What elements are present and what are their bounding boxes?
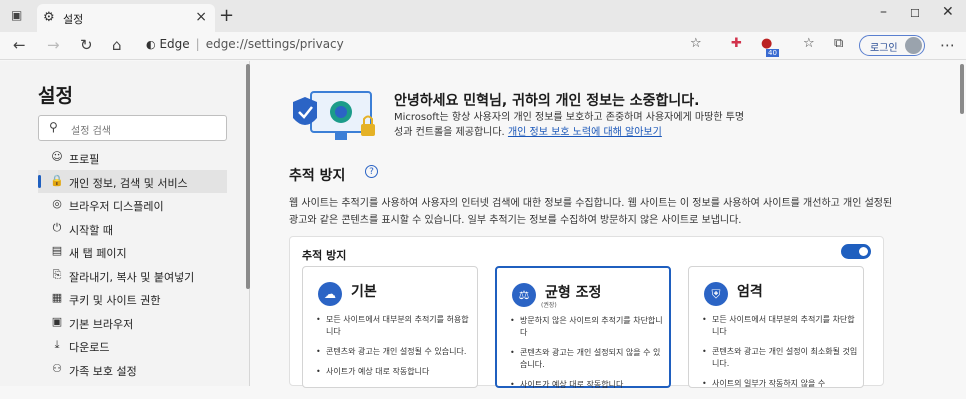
tracking-level-bullet: 모든 사이트에서 대부분의 추적기를 허용합니다 [314, 314, 472, 338]
cookie-icon: ▦ [51, 291, 63, 304]
hero-title: 안녕하세요 민혁님, 귀하의 개인 정보는 소중합니다. [394, 93, 700, 109]
forward-button[interactable]: → [47, 36, 60, 54]
title-bar: ▣ ⚙ 설정 × + – ☐ ✕ [0, 0, 966, 32]
extension-badge: 40 [766, 49, 779, 57]
sidebar-item-label: 기본 브라우저 [69, 317, 134, 331]
tracking-level-card-1[interactable]: ⚖ 균형 조정(권장) 방문하지 않은 사이트의 추적기를 차단합니다콘텐츠와 광고… [495, 266, 671, 391]
sidebar-item-7[interactable]: ▣ 기본 브라우저 [38, 311, 227, 334]
refresh-button[interactable]: ↻ [80, 36, 93, 54]
address-brand: Edge [159, 37, 190, 51]
minimize-button[interactable]: – [880, 4, 887, 20]
tracking-level-name: 기본 [351, 284, 377, 300]
more-menu-icon[interactable]: ⋯ [940, 36, 955, 54]
tracking-level-bullet: 모든 사이트에서 대부분의 추적기를 차단합니다 [700, 314, 858, 338]
tracking-level-bullet: 사이트의 일부가 작동하지 않을 수 [700, 378, 858, 390]
sidebar-item-label: 다운로드 [69, 341, 110, 354]
sidebar-item-label: 개인 정보, 검색 및 서비스 [69, 176, 188, 190]
extension-icon[interactable]: ✚ [731, 36, 742, 51]
tracking-level-card-0[interactable]: ☁ 기본모든 사이트에서 대부분의 추적기를 허용합니다콘텐츠와 광고는 개인 설… [302, 266, 478, 388]
tab-title: 설정 [63, 13, 84, 26]
tracking-toggle[interactable] [841, 244, 871, 259]
browser-icon: ▣ [51, 314, 63, 328]
hero-desc-line1: Microsoft는 항상 사용자의 개인 정보를 보호하고 존중하며 사용자에… [394, 112, 745, 123]
edge-logo-icon: ◐ [146, 38, 156, 51]
tab-settings[interactable]: ⚙ 설정 × [37, 4, 215, 32]
search-placeholder: 설정 검색 [71, 126, 111, 137]
sidebar-item-label: 쿠키 및 사이트 권한 [69, 294, 161, 307]
favorites-icon[interactable]: ☆ [803, 36, 815, 51]
sidebar-item-label: 가족 보호 설정 [69, 364, 137, 378]
appearance-icon: ◎ [52, 197, 62, 210]
newtab-icon: ▤ [51, 244, 63, 257]
privacy-learn-more-link[interactable]: 개인 정보 보호 노력에 대해 알아보기 [508, 127, 662, 138]
tracking-level-bullet: 콘텐츠와 광고는 개인 설정이 최소화될 것입니다. [700, 346, 858, 370]
sidebar-item-label: 프로필 [69, 153, 100, 166]
close-tab-icon[interactable]: × [195, 9, 207, 25]
clipboard-icon: ⎘ [52, 267, 62, 281]
balanced-icon: ⚖ [512, 283, 536, 307]
sidebar-item-label: 잘라내기, 복사 및 붙여넣기 [69, 270, 195, 284]
tracking-level-bullets: 모든 사이트에서 대부분의 추적기를 허용합니다콘텐츠와 광고는 개인 설정될 … [314, 314, 472, 386]
new-tab-button[interactable]: + [219, 5, 234, 26]
sidebar-item-label: 새 탭 페이지 [69, 247, 127, 260]
power-icon: ⏻ [52, 220, 62, 234]
tracking-level-recommended: (권장) [541, 302, 557, 309]
sidebar-item-4[interactable]: ▤ 새 탭 페이지 [38, 240, 227, 263]
avatar [905, 37, 922, 54]
sidebar-item-label: 브라우저 디스플레이 [69, 200, 164, 213]
search-icon: ⚲ [49, 120, 58, 134]
tracking-level-card-2[interactable]: ⛨ 엄격모든 사이트에서 대부분의 추적기를 차단합니다콘텐츠와 광고는 개인 설… [688, 266, 864, 390]
tracking-card-title: 추적 방지 [302, 249, 347, 262]
sidebar-item-3[interactable]: ⏻ 시작할 때 [38, 217, 227, 240]
sidebar-scrollbar[interactable] [246, 64, 250, 289]
tracking-level-bullet: 콘텐츠와 광고는 개인 설정될 수 있습니다. [314, 346, 472, 358]
sidebar-item-label: 시작할 때 [69, 223, 113, 237]
favorite-star-icon[interactable]: ☆ [690, 36, 702, 51]
tracking-level-name: 균형 조정 [545, 285, 602, 301]
navigation-bar: ← → ↻ ⌂ ◐ Edge | edge://settings/privacy ☆… [0, 32, 966, 60]
address-bar[interactable]: ◐ Edge | edge://settings/privacy [146, 37, 344, 51]
sidebar-item-0[interactable]: ☺ 프로필 [38, 146, 227, 169]
download-icon: ⤓ [54, 338, 60, 351]
tracking-section-title: 추적 방지 [289, 168, 346, 184]
tracking-description: 웹 사이트는 추적기를 사용하여 사용자의 인터넷 검색에 대한 정보를 수집합… [289, 198, 893, 226]
tracking-level-bullet: 콘텐츠와 광고는 개인 설정되지 않을 수 있습니다. [508, 347, 666, 371]
sidebar-item-8[interactable]: ⤓ 다운로드 [38, 334, 227, 357]
lock-icon: 🔒 [50, 173, 64, 187]
maximize-button[interactable]: ☐ [910, 7, 920, 20]
back-button[interactable]: ← [13, 36, 26, 54]
tab-actions-icon[interactable]: ▣ [11, 8, 22, 22]
privacy-illustration [293, 91, 375, 140]
help-icon[interactable]: ? [365, 165, 378, 178]
hero-desc-line2: 성과 컨트롤을 제공합니다. [394, 127, 505, 138]
collections-icon[interactable]: ⧉ [834, 36, 843, 51]
tracking-level-bullet: 사이트가 예상 대로 작동합니다 [508, 379, 666, 391]
main-scrollbar[interactable] [960, 64, 964, 114]
tracking-level-bullets: 모든 사이트에서 대부분의 추적기를 차단합니다콘텐츠와 광고는 개인 설정이 … [700, 314, 858, 398]
family-icon: ⚇ [52, 361, 62, 375]
home-button[interactable]: ⌂ [112, 36, 122, 54]
tracking-level-name: 엄격 [737, 284, 763, 300]
close-window-button[interactable]: ✕ [942, 4, 954, 20]
gear-icon: ⚙ [43, 10, 55, 25]
login-button[interactable]: 로그인 [859, 35, 925, 56]
login-label: 로그인 [870, 43, 898, 54]
sidebar-item-9[interactable]: ⚇ 가족 보호 설정 [38, 358, 227, 381]
tracking-level-bullet: 방문하지 않은 사이트의 추적기를 차단합니다 [508, 315, 666, 339]
profile-icon: ☺ [51, 150, 63, 163]
sidebar-item-2[interactable]: ◎ 브라우저 디스플레이 [38, 193, 227, 216]
tracking-level-bullets: 방문하지 않은 사이트의 추적기를 차단합니다콘텐츠와 광고는 개인 설정되지 … [508, 315, 666, 399]
sidebar-item-1[interactable]: 🔒 개인 정보, 검색 및 서비스 [38, 169, 227, 193]
sidebar-item-6[interactable]: ▦ 쿠키 및 사이트 권한 [38, 287, 227, 310]
address-url: edge://settings/privacy [205, 37, 344, 51]
sidebar-item-5[interactable]: ⎘ 잘라내기, 복사 및 붙여넣기 [38, 264, 227, 287]
hero-description: Microsoft는 항상 사용자의 개인 정보를 보호하고 존중하며 사용자에… [394, 110, 814, 140]
basic-icon: ☁ [318, 282, 342, 306]
search-input[interactable]: ⚲ 설정 검색 [38, 115, 227, 141]
sidebar-title: 설정 [38, 85, 73, 107]
tracking-level-bullet: 사이트가 예상 대로 작동합니다 [314, 366, 472, 378]
strict-icon: ⛨ [704, 282, 728, 306]
